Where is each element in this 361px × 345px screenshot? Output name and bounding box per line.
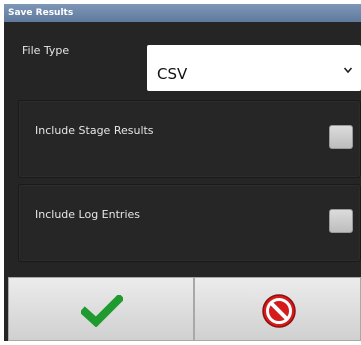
include-stage-results-checkbox[interactable] bbox=[329, 125, 353, 149]
cancel-button[interactable] bbox=[194, 277, 361, 341]
file-type-value: CSV bbox=[157, 65, 188, 83]
no-entry-icon bbox=[262, 294, 296, 328]
file-type-select[interactable]: CSV bbox=[147, 45, 361, 91]
ok-button[interactable] bbox=[8, 277, 194, 341]
include-log-entries-option: Include Log Entries bbox=[18, 184, 361, 262]
file-type-label: File Type bbox=[22, 44, 70, 57]
save-results-dialog: Save Results File Type CSV Include Stage… bbox=[4, 4, 361, 341]
button-bar bbox=[8, 277, 361, 341]
include-stage-results-label: Include Stage Results bbox=[35, 124, 154, 137]
include-log-entries-label: Include Log Entries bbox=[35, 208, 140, 221]
dialog-title: Save Results bbox=[4, 4, 361, 22]
checkmark-icon bbox=[81, 295, 123, 327]
include-log-entries-checkbox[interactable] bbox=[329, 209, 353, 233]
include-stage-results-option: Include Stage Results bbox=[18, 100, 361, 178]
chevron-down-icon bbox=[343, 67, 353, 74]
